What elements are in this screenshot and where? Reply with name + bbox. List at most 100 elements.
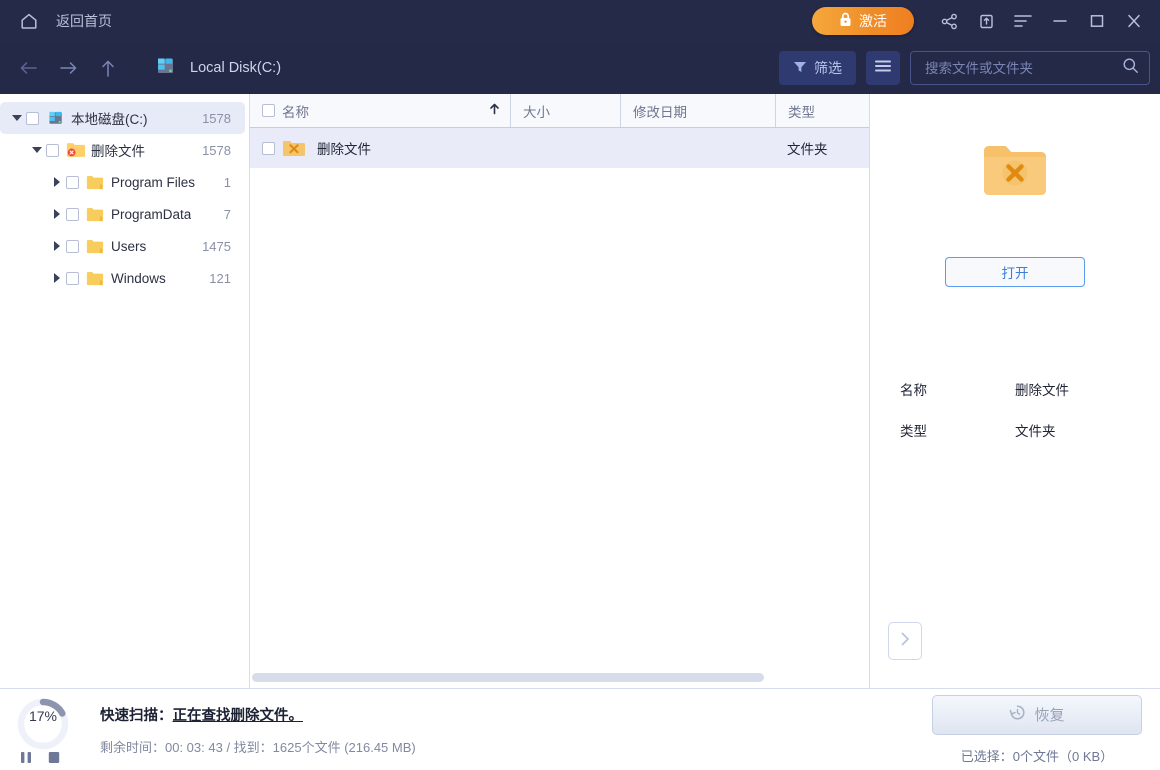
tree-item-2[interactable]: Program Files 1 — [0, 166, 245, 198]
progress-percent-label: 17% — [14, 708, 72, 724]
tree-item-count: 1 — [214, 175, 231, 190]
tree-item-0[interactable]: 本地磁盘(C:)1578 — [0, 102, 245, 134]
arrow-left-icon[interactable] — [8, 50, 48, 86]
preview-icon-area — [870, 94, 1160, 205]
activate-button[interactable]: 激活 — [812, 7, 914, 35]
cell-type: 文件夹 — [775, 128, 865, 168]
arrow-up-icon[interactable] — [88, 50, 128, 86]
caret-right-icon[interactable] — [48, 273, 66, 283]
path-label: Local Disk(C:) — [190, 60, 281, 76]
arrow-right-icon[interactable] — [48, 50, 88, 86]
column-header-size[interactable]: 大小 — [510, 94, 620, 127]
tree-item-label: Users — [111, 239, 146, 254]
caret-right-icon[interactable] — [48, 209, 66, 219]
menu-lines-icon[interactable] — [1007, 5, 1039, 37]
navigation-bar: Local Disk(C:) 筛选 — [0, 42, 1160, 94]
detail-key-type: 类型 — [900, 420, 1015, 440]
search-box[interactable] — [910, 51, 1150, 85]
scan-controls — [20, 751, 60, 764]
recover-label: 恢复 — [1034, 704, 1064, 725]
tree-item-3[interactable]: ProgramData 7 — [0, 198, 245, 230]
caret-down-icon[interactable] — [28, 147, 46, 153]
column-label-name: 名称 — [282, 101, 309, 121]
home-icon[interactable] — [12, 6, 46, 36]
file-list-body: 删除文件 文件夹 — [250, 128, 869, 688]
column-label-size: 大小 — [523, 101, 550, 121]
navbar-actions: 筛选 — [779, 51, 1150, 85]
breadcrumb[interactable]: Local Disk(C:) — [154, 55, 281, 82]
hard-disk-icon — [46, 109, 66, 127]
funnel-icon — [793, 60, 807, 77]
home-label[interactable]: 返回首页 — [56, 11, 112, 31]
share-icon[interactable] — [933, 5, 965, 37]
restore-clock-icon — [1009, 704, 1026, 725]
stop-icon[interactable] — [48, 751, 60, 764]
tree-item-count: 1578 — [192, 143, 231, 158]
row-checkbox[interactable] — [262, 142, 275, 155]
tree-item-label: ProgramData — [111, 207, 191, 222]
caret-right-icon[interactable] — [48, 241, 66, 251]
tree-item-label: 本地磁盘(C:) — [71, 108, 148, 128]
tree-item-5[interactable]: Windows121 — [0, 262, 245, 294]
scrollbar-thumb[interactable] — [252, 673, 764, 682]
tree-checkbox[interactable] — [66, 272, 79, 285]
open-button[interactable]: 打开 — [945, 257, 1085, 287]
tree-item-4[interactable]: Users1475 — [0, 230, 245, 262]
scan-mode-label: 快速扫描： — [100, 708, 173, 724]
preview-open-area: 打开 — [870, 257, 1160, 287]
scan-detail-line: 剩余时间：00: 03: 43 / 找到：1625个文件 (216.45 MB) — [100, 737, 416, 756]
view-toggle-button[interactable] — [866, 51, 900, 85]
scan-status-line: 快速扫描：正在查找删除文件。 — [100, 704, 416, 725]
caret-right-icon[interactable] — [48, 177, 66, 187]
hamburger-icon — [874, 59, 892, 78]
tree-item-count: 7 — [214, 207, 231, 222]
activate-label: 激活 — [859, 11, 887, 31]
caret-down-icon[interactable] — [8, 115, 26, 121]
column-header-date[interactable]: 修改日期 — [620, 94, 775, 127]
tree-item-label: Program Files — [111, 175, 195, 190]
file-name-label: 删除文件 — [317, 138, 371, 158]
deleted-folder-large-icon — [982, 142, 1048, 205]
close-icon[interactable] — [1118, 5, 1150, 37]
upload-icon[interactable] — [970, 5, 1002, 37]
recover-button[interactable]: 恢复 — [932, 695, 1142, 735]
pause-icon[interactable] — [20, 751, 32, 764]
deleted-folder-icon — [66, 141, 86, 159]
detail-value-type: 文件夹 — [1015, 420, 1056, 440]
search-input[interactable] — [925, 61, 1122, 76]
title-bar: 返回首页 激活 — [0, 0, 1160, 42]
tree-checkbox[interactable] — [46, 144, 59, 157]
scan-status-text: 快速扫描：正在查找删除文件。 剩余时间：00: 03: 43 / 找到：1625… — [100, 704, 416, 756]
filter-label: 筛选 — [814, 58, 842, 78]
recover-area: 恢复 已选择：0个文件（0 KB） — [932, 695, 1142, 765]
sort-arrow-icon[interactable] — [489, 103, 500, 118]
search-icon[interactable] — [1122, 57, 1139, 79]
column-header-name[interactable]: 名称 — [250, 94, 510, 127]
detail-row-name: 名称 删除文件 — [900, 379, 1160, 399]
select-all-checkbox[interactable] — [262, 104, 275, 117]
detail-value-name: 删除文件 — [1015, 379, 1069, 399]
collapse-panel-button[interactable] — [888, 622, 922, 660]
chevron-right-icon — [899, 631, 911, 652]
cell-date — [620, 128, 775, 168]
file-list-header: 名称 大小 修改日期 类型 — [250, 94, 869, 128]
tree-checkbox[interactable] — [66, 240, 79, 253]
sidebar-tree: 本地磁盘(C:)1578删除文件1578Program Files1Progra… — [0, 94, 250, 688]
filter-button[interactable]: 筛选 — [779, 51, 856, 85]
column-header-type[interactable]: 类型 — [775, 94, 865, 127]
minimize-icon[interactable] — [1044, 5, 1076, 37]
app-window: 返回首页 激活 — [0, 0, 1160, 770]
table-row[interactable]: 删除文件 文件夹 — [250, 128, 869, 168]
folder-icon — [86, 269, 106, 287]
maximize-icon[interactable] — [1081, 5, 1113, 37]
detail-key-name: 名称 — [900, 379, 1015, 399]
folder-icon — [86, 173, 106, 191]
cell-name: 删除文件 — [250, 128, 510, 168]
tree-checkbox[interactable] — [26, 112, 39, 125]
tree-item-1[interactable]: 删除文件1578 — [0, 134, 245, 166]
window-controls: 激活 — [812, 5, 1150, 37]
horizontal-scrollbar[interactable] — [250, 673, 869, 682]
tree-checkbox[interactable] — [66, 208, 79, 221]
main-body: 本地磁盘(C:)1578删除文件1578Program Files1Progra… — [0, 94, 1160, 688]
tree-checkbox[interactable] — [66, 176, 79, 189]
